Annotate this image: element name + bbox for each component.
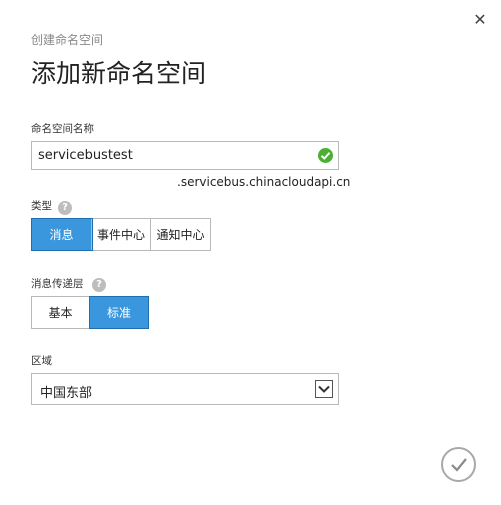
namespace-domain-suffix: .servicebus.chinacloudapi.cn — [177, 175, 351, 189]
namespace-name-value: servicebustest — [38, 148, 133, 163]
checkmark-icon — [451, 458, 467, 472]
tier-option-basic[interactable]: 基本 — [32, 297, 90, 328]
region-label: 区域 — [31, 355, 52, 367]
tier-option-standard[interactable]: 标准 — [89, 296, 149, 329]
namespace-name-label: 命名空间名称 — [31, 123, 94, 135]
type-option-event-hub[interactable]: 事件中心 — [92, 219, 151, 250]
dialog-subtitle: 创建命名空间 — [31, 33, 104, 47]
chevron-down-icon — [315, 380, 333, 398]
tier-selector: 基本 标准 — [31, 296, 149, 329]
type-option-messaging[interactable]: 消息 — [31, 218, 93, 251]
create-namespace-dialog: ✕ 创建命名空间 添加新命名空间 命名空间名称 servicebustest .… — [0, 0, 501, 505]
region-select[interactable]: 中国东部 — [31, 373, 339, 405]
page-title: 添加新命名空间 — [31, 59, 207, 88]
messaging-tier-label: 消息传递层 — [31, 278, 84, 290]
type-selector: 消息 事件中心 通知中心 — [31, 218, 211, 251]
check-circle-icon — [318, 148, 333, 163]
help-icon[interactable]: ? — [92, 278, 106, 292]
type-option-notification-hub[interactable]: 通知中心 — [151, 219, 210, 250]
help-icon[interactable]: ? — [58, 201, 72, 215]
region-selected-value: 中国东部 — [40, 386, 93, 401]
confirm-button[interactable] — [441, 447, 476, 482]
type-label: 类型 — [31, 200, 52, 212]
namespace-name-input[interactable]: servicebustest — [31, 141, 339, 170]
close-icon[interactable]: ✕ — [470, 10, 490, 30]
